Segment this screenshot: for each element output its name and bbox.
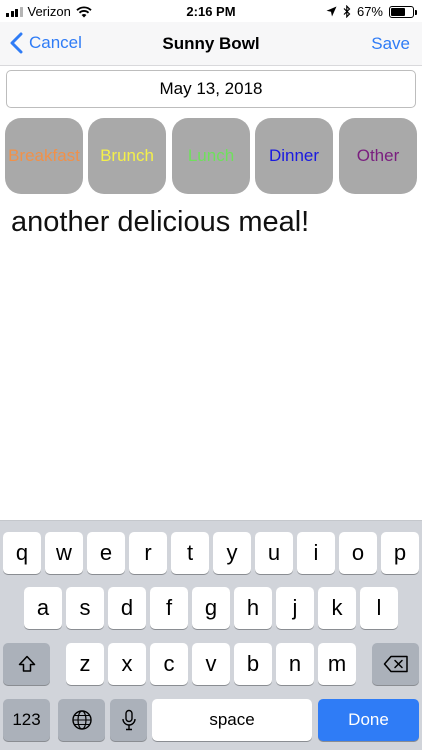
battery-icon <box>389 5 417 18</box>
status-right: 67% <box>326 4 417 19</box>
key-s[interactable]: s <box>66 587 104 629</box>
save-button[interactable]: Save <box>371 34 410 54</box>
meal-type-selector: Breakfast Brunch Lunch Dinner Other <box>5 118 417 194</box>
battery-fill <box>391 7 406 16</box>
key-p[interactable]: p <box>381 532 419 574</box>
globe-key[interactable] <box>58 699 105 741</box>
key-j[interactable]: j <box>276 587 314 629</box>
key-g[interactable]: g <box>192 587 230 629</box>
keyboard: q w e r t y u i o p a s d f g h j k l z … <box>0 520 422 750</box>
meal-button-lunch[interactable]: Lunch <box>172 118 250 194</box>
key-x[interactable]: x <box>108 643 146 685</box>
meal-note-text[interactable]: another delicious meal! <box>11 206 309 239</box>
meal-button-other[interactable]: Other <box>339 118 417 194</box>
key-l[interactable]: l <box>360 587 398 629</box>
numbers-key[interactable]: 123 <box>3 699 50 741</box>
shift-icon <box>18 655 35 672</box>
key-n[interactable]: n <box>276 643 314 685</box>
microphone-icon <box>121 709 136 731</box>
key-k[interactable]: k <box>318 587 356 629</box>
key-y[interactable]: y <box>213 532 251 574</box>
meal-button-brunch[interactable]: Brunch <box>88 118 166 194</box>
key-t[interactable]: t <box>171 532 209 574</box>
key-b[interactable]: b <box>234 643 272 685</box>
meal-button-breakfast[interactable]: Breakfast <box>5 118 83 194</box>
key-v[interactable]: v <box>192 643 230 685</box>
key-e[interactable]: e <box>87 532 125 574</box>
done-key[interactable]: Done <box>318 699 419 741</box>
bluetooth-icon <box>343 5 351 18</box>
key-q[interactable]: q <box>3 532 41 574</box>
dictation-key[interactable] <box>110 699 147 741</box>
status-bar: Verizon 2:16 PM 67% <box>0 0 422 22</box>
key-r[interactable]: r <box>129 532 167 574</box>
date-field[interactable]: May 13, 2018 <box>6 70 416 108</box>
delete-key[interactable] <box>372 643 419 685</box>
key-u[interactable]: u <box>255 532 293 574</box>
battery-cap <box>415 9 417 15</box>
key-h[interactable]: h <box>234 587 272 629</box>
globe-icon <box>71 710 92 730</box>
key-f[interactable]: f <box>150 587 188 629</box>
space-key[interactable]: space <box>152 699 312 741</box>
battery-percent: 67% <box>356 4 383 19</box>
key-z[interactable]: z <box>66 643 104 685</box>
key-m[interactable]: m <box>318 643 356 685</box>
key-o[interactable]: o <box>339 532 377 574</box>
key-a[interactable]: a <box>24 587 62 629</box>
key-i[interactable]: i <box>297 532 335 574</box>
key-w[interactable]: w <box>45 532 83 574</box>
navigation-bar: Cancel Sunny Bowl Save <box>0 22 422 66</box>
backspace-icon <box>383 655 408 673</box>
key-c[interactable]: c <box>150 643 188 685</box>
meal-button-dinner[interactable]: Dinner <box>255 118 333 194</box>
key-d[interactable]: d <box>108 587 146 629</box>
page-title: Sunny Bowl <box>162 34 260 53</box>
shift-key[interactable] <box>3 643 50 685</box>
location-arrow-icon <box>326 6 337 17</box>
